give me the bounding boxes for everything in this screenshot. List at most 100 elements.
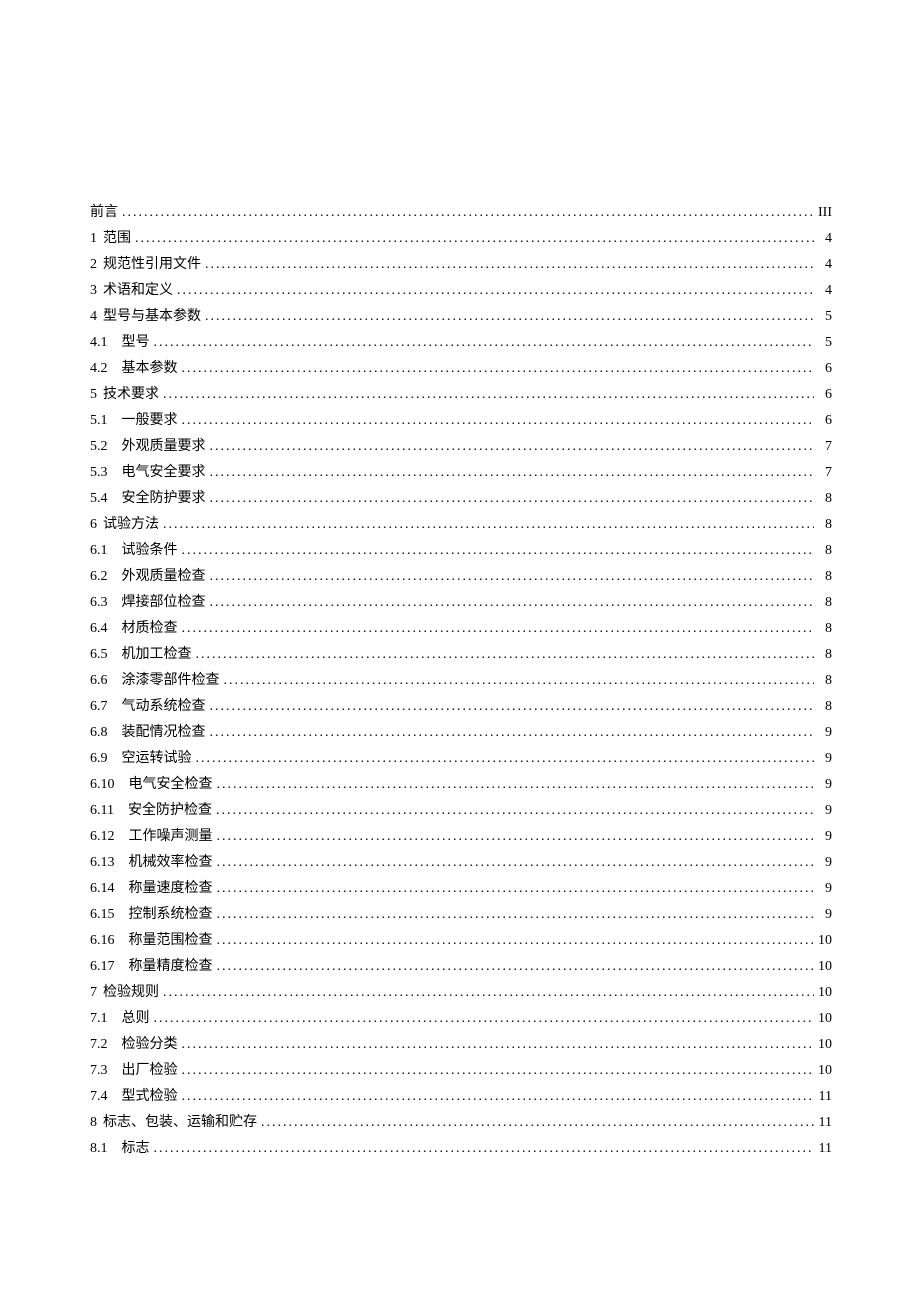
toc-entry: 4型号与基本参数5 <box>90 304 832 330</box>
toc-entry-page: 8 <box>814 616 832 642</box>
toc-entry: 6.9空运转试验 9 <box>90 746 832 772</box>
toc-entry-label: 8.1标志 <box>90 1136 150 1162</box>
toc-entry-title: 称量范围检查 <box>129 933 213 948</box>
toc-entry: 6.5机加工检查 8 <box>90 642 832 668</box>
toc-entry-number: 4 <box>90 304 97 330</box>
toc-entry-label: 6.9空运转试验 <box>90 746 192 772</box>
toc-leader-dots <box>212 798 814 824</box>
toc-entry-title: 安全防护检查 <box>128 803 212 818</box>
toc-entry-title: 技术要求 <box>103 387 159 402</box>
toc-entry-number: 6.13 <box>90 850 115 876</box>
toc-entry-title: 外观质量检查 <box>122 569 206 584</box>
toc-entry: 5技术要求6 <box>90 382 832 408</box>
toc-entry-page: 9 <box>814 798 832 824</box>
toc-entry-label: 3术语和定义 <box>90 278 173 304</box>
toc-entry-title: 装配情况检查 <box>122 725 206 740</box>
toc-entry-title: 空运转试验 <box>122 751 192 766</box>
toc-entry-label: 6.6 涂漆零部件检查 <box>90 668 220 694</box>
toc-leader-dots <box>201 304 814 330</box>
toc-leader-dots <box>257 1110 814 1136</box>
toc-entry: 2规范性引用文件4 <box>90 252 832 278</box>
toc-entry-number: 6.8 <box>90 720 108 746</box>
toc-leader-dots <box>159 512 814 538</box>
toc-leader-dots <box>159 382 814 408</box>
toc-entry: 6.7气动系统检查8 <box>90 694 832 720</box>
toc-entry-number: 7.3 <box>90 1058 108 1084</box>
toc-entry: 6.2外观质量检查8 <box>90 564 832 590</box>
toc-entry-title: 安全防护要求 <box>122 491 206 506</box>
toc-entry: 6.15控制系统检查9 <box>90 902 832 928</box>
toc-entry: 6.12工作噪声测量9 <box>90 824 832 850</box>
toc-entry-page: 8 <box>814 694 832 720</box>
toc-entry-title: 材质检查 <box>122 621 178 636</box>
toc-leader-dots <box>213 824 815 850</box>
toc-entry-number: 6.17 <box>90 954 115 980</box>
toc-entry-page: 8 <box>814 642 832 668</box>
toc-entry-label: 8标志、包装、运输和贮存 <box>90 1110 257 1136</box>
toc-leader-dots <box>178 356 815 382</box>
toc-entry: 6.3焊接部位检查8 <box>90 590 832 616</box>
toc-entry-number: 5.2 <box>90 434 108 460</box>
toc-entry-label: 6.16称量范围检查 <box>90 928 213 954</box>
toc-entry-page: 10 <box>814 954 832 980</box>
toc-leader-dots <box>213 876 815 902</box>
toc-entry-label: 6.13机械效率检查 <box>90 850 213 876</box>
toc-leader-dots <box>131 226 814 252</box>
toc-entry-title: 检验规则 <box>103 985 159 1000</box>
toc-entry-number: 7.2 <box>90 1032 108 1058</box>
toc-entry-label: 4型号与基本参数 <box>90 304 201 330</box>
toc-leader-dots <box>201 252 814 278</box>
toc-entry-title: 气动系统检查 <box>122 699 206 714</box>
toc-entry-number: 4.2 <box>90 356 108 382</box>
toc-entry-number: 7.1 <box>90 1006 108 1032</box>
toc-entry-title: 外观质量要求 <box>122 439 206 454</box>
toc-entry: 6.11安全防护检查9 <box>90 798 832 824</box>
toc-entry-title: 出厂检验 <box>122 1063 178 1078</box>
toc-leader-dots <box>206 460 815 486</box>
toc-entry-number: 5.3 <box>90 460 108 486</box>
toc-entry-page: 11 <box>814 1136 832 1162</box>
toc-entry-number: 6.12 <box>90 824 115 850</box>
toc-leader-dots <box>178 538 815 564</box>
toc-entry: 6.17 称量精度检查 10 <box>90 954 832 980</box>
toc-entry-title: 标志、包装、运输和贮存 <box>103 1115 257 1130</box>
toc-entry: 8.1标志 11 <box>90 1136 832 1162</box>
toc-entry: 6.13机械效率检查9 <box>90 850 832 876</box>
toc-entry: 6试验方法8 <box>90 512 832 538</box>
toc-entry-page: 4 <box>814 278 832 304</box>
toc-entry-title: 涂漆零部件检查 <box>122 673 220 688</box>
toc-entry: 6.14称量速度检查9 <box>90 876 832 902</box>
toc-entry: 5.4安全防护要求8 <box>90 486 832 512</box>
toc-entry-number: 6.6 <box>90 668 108 694</box>
toc-entry-title: 焊接部位检查 <box>122 595 206 610</box>
toc-entry-title: 试验方法 <box>103 517 159 532</box>
toc-entry-number: 7 <box>90 980 97 1006</box>
toc-leader-dots <box>178 1032 815 1058</box>
toc-entry: 4.1型号5 <box>90 330 832 356</box>
toc-entry-number: 6.2 <box>90 564 108 590</box>
toc-entry-number: 6.14 <box>90 876 115 902</box>
toc-entry-label: 6.12 工作噪声测量 <box>90 824 213 850</box>
toc-leader-dots <box>206 434 815 460</box>
toc-leader-dots <box>206 564 815 590</box>
toc-entry: 7.4型式检验11 <box>90 1084 832 1110</box>
toc-entry-page: 9 <box>814 772 832 798</box>
toc-entry-label: 6.5机加工检查 <box>90 642 192 668</box>
toc-entry-number: 6.4 <box>90 616 108 642</box>
toc-entry-number: 5 <box>90 382 97 408</box>
toc-leader-dots <box>213 954 815 980</box>
toc-entry-title: 控制系统检查 <box>129 907 213 922</box>
toc-entry-label: 6试验方法 <box>90 512 159 538</box>
toc-entry: 7.2检验分类10 <box>90 1032 832 1058</box>
toc-entry-page: 9 <box>814 902 832 928</box>
toc-entry-page: 5 <box>814 330 832 356</box>
toc-entry-title: 称量精度检查 <box>129 959 213 974</box>
toc-entry-title: 型式检验 <box>122 1089 178 1104</box>
toc-entry-page: 11 <box>814 1084 832 1110</box>
toc-entry-title: 工作噪声测量 <box>129 829 213 844</box>
toc-entry-label: 5.2 外观质量要求 <box>90 434 206 460</box>
toc-entry-page: 4 <box>814 252 832 278</box>
toc-entry-page: 9 <box>814 746 832 772</box>
toc-leader-dots <box>178 616 815 642</box>
toc-entry-label: 4.2基本参数 <box>90 356 178 382</box>
